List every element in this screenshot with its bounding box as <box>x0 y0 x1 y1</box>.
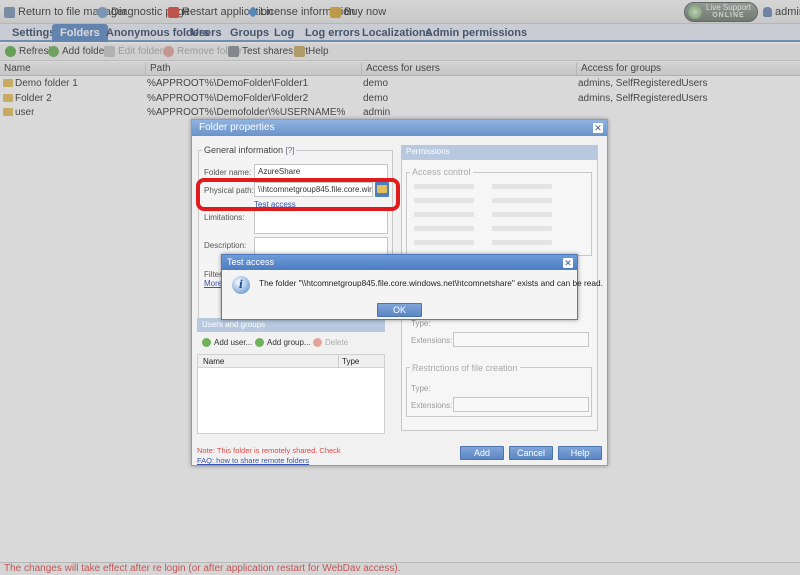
info-icon: i <box>232 276 250 294</box>
alert-title: Test access <box>227 257 275 267</box>
remote-share-note: Note: This folder is remotely shared. Ch… <box>197 446 341 455</box>
ok-button[interactable]: OK <box>377 303 422 317</box>
dialog-title: Folder properties <box>199 122 275 133</box>
delete-icon <box>313 338 322 347</box>
extensions-field-2[interactable] <box>453 397 589 412</box>
users-groups-list[interactable]: Name Type <box>197 354 385 434</box>
add-group-icon <box>255 338 264 347</box>
extensions-label-2: Extensions: <box>411 401 453 410</box>
close-icon[interactable]: ✕ <box>563 258 573 268</box>
folder-name-label: Folder name: <box>204 168 252 177</box>
general-information-legend: General information [?] <box>202 145 297 155</box>
help-icon[interactable]: [?] <box>286 146 295 155</box>
type-label: Type: <box>411 319 431 328</box>
folder-name-field[interactable]: AzureShare <box>254 164 388 179</box>
add-button[interactable]: Add <box>460 446 504 460</box>
extensions-field[interactable] <box>453 332 589 347</box>
extensions-label: Extensions: <box>411 336 453 345</box>
add-group-button[interactable]: Add group... <box>255 338 311 347</box>
close-icon[interactable]: ✕ <box>593 123 603 133</box>
help-dialog-button[interactable]: Help <box>558 446 602 460</box>
add-user-icon <box>202 338 211 347</box>
permissions-header: Permissions <box>401 145 598 159</box>
description-label: Description: <box>204 241 247 250</box>
limitations-label: Limitations: <box>204 213 245 222</box>
ug-column-name[interactable]: Name <box>203 355 224 368</box>
delete-button[interactable]: Delete <box>313 338 348 347</box>
type-label-2: Type: <box>411 384 431 393</box>
alert-message: The folder "\\htcomnetgroup845.file.core… <box>259 278 603 288</box>
more-link[interactable]: More <box>204 279 222 288</box>
ug-column-type[interactable]: Type <box>338 355 359 368</box>
cancel-button[interactable]: Cancel <box>509 446 553 460</box>
highlight-annotation <box>196 178 400 211</box>
faq-remote-folders-link[interactable]: FAQ: how to share remote folders <box>197 456 309 465</box>
test-access-dialog: Test access ✕ i The folder "\\htcomnetgro… <box>221 254 603 320</box>
access-control-legend: Access control <box>410 167 473 177</box>
users-groups-header: Users and groups <box>197 318 385 332</box>
add-user-button[interactable]: Add user... <box>202 338 252 347</box>
limitations-field[interactable] <box>254 210 388 234</box>
restrictions-legend: Restrictions of file creation <box>410 363 520 373</box>
filter-label: Filter <box>204 270 222 279</box>
